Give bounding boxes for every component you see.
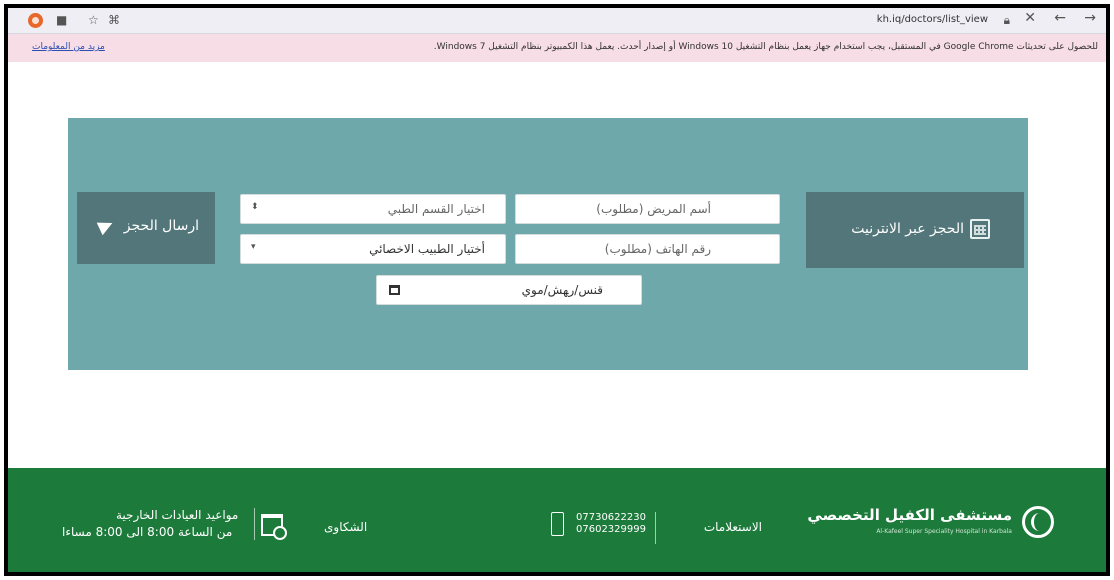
lock-icon[interactable]: 🔒︎ [1004, 13, 1010, 27]
footer-divider [254, 508, 255, 540]
phone-icon [551, 512, 564, 536]
send-booking-label: ارسال الحجز [123, 218, 199, 234]
hospital-logo-icon [1022, 506, 1054, 538]
phone-placeholder: رقم الهاتف (مطلوب) [604, 242, 711, 256]
hospital-name: مستشفى الكفيل التخصصي [807, 506, 1012, 524]
paper-plane-icon [96, 216, 116, 236]
calendar-icon [970, 219, 990, 239]
translate-icon[interactable]: ⌘ [108, 13, 120, 27]
phone-input[interactable]: رقم الهاتف (مطلوب) [515, 234, 780, 264]
address-bar-url[interactable]: kh.iq/doctors/list_view [877, 14, 988, 25]
updown-icon: ⬍ [251, 202, 259, 212]
tab-icon[interactable]: ■ [56, 13, 67, 27]
complaints-link[interactable]: الشكاوى [324, 520, 367, 534]
profile-avatar-icon[interactable] [28, 13, 43, 28]
back-arrow-icon[interactable]: ← [1054, 11, 1066, 25]
patient-name-placeholder: أسم المريض (مطلوب) [596, 202, 711, 216]
calendar-picker-icon[interactable] [389, 285, 400, 295]
clinic-hours-title: مواعيد العيادات الخارجية [116, 508, 239, 522]
hospital-name-english: Al-Kafeel Super Speciality Hospital in K… [876, 528, 1012, 535]
doctor-select-value: أختيار الطبيب الاخصائي [369, 242, 485, 256]
footer-divider [655, 512, 656, 544]
online-booking-label: الحجز عبر الانترنيت [851, 221, 964, 237]
bookmark-star-icon[interactable]: ☆ [88, 13, 99, 27]
chevron-down-icon: ▾ [251, 242, 256, 252]
content-spacer [68, 370, 1028, 468]
department-select[interactable]: اختيار القسم الطبي ⬍ [240, 194, 506, 224]
infobar-more-link[interactable]: مزيد من المعلومات [32, 42, 105, 52]
site-footer: مستشفى الكفيل التخصصي Al-Kafeel Super Sp… [8, 468, 1106, 572]
date-input[interactable]: ﻗﻨﺲ/ﺭﻬﺶ/ﻣﻮﻱ [376, 275, 642, 305]
online-booking-panel: الحجز عبر الانترنيت [806, 192, 1024, 268]
clinic-hours-time: من الساعة 8:00 الى 8:00 مساءا [62, 525, 233, 539]
page-content: الحجز عبر الانترنيت أسم المريض (مطلوب) ر… [8, 62, 1106, 572]
patient-name-input[interactable]: أسم المريض (مطلوب) [515, 194, 780, 224]
phone-number-2: 07602329999 [576, 524, 646, 535]
infobar-message: للحصول على تحديثات Google Chrome في المس… [433, 42, 1098, 52]
send-booking-button[interactable]: ارسال الحجز [77, 192, 215, 264]
close-icon[interactable]: ✕ [1024, 11, 1036, 25]
browser-frame: ■ ☆ ⌘ kh.iq/doctors/list_view 🔒︎ ✕ ← → ل… [4, 4, 1110, 576]
browser-toolbar: ■ ☆ ⌘ kh.iq/doctors/list_view 🔒︎ ✕ ← → [8, 8, 1106, 34]
inquiries-phones: 07730622230 07602329999 [576, 512, 646, 536]
doctor-select[interactable]: أختيار الطبيب الاخصائي ▾ [240, 234, 506, 264]
schedule-calendar-icon [261, 514, 287, 540]
date-placeholder: ﻗﻨﺲ/ﺭﻬﺶ/ﻣﻮﻱ [521, 283, 603, 297]
update-infobar: للحصول على تحديثات Google Chrome في المس… [8, 34, 1106, 62]
phone-number-1: 07730622230 [576, 512, 646, 523]
inquiries-label: الاستعلامات [703, 520, 762, 534]
forward-arrow-icon[interactable]: → [1084, 11, 1096, 25]
department-select-value: اختيار القسم الطبي [387, 202, 485, 216]
